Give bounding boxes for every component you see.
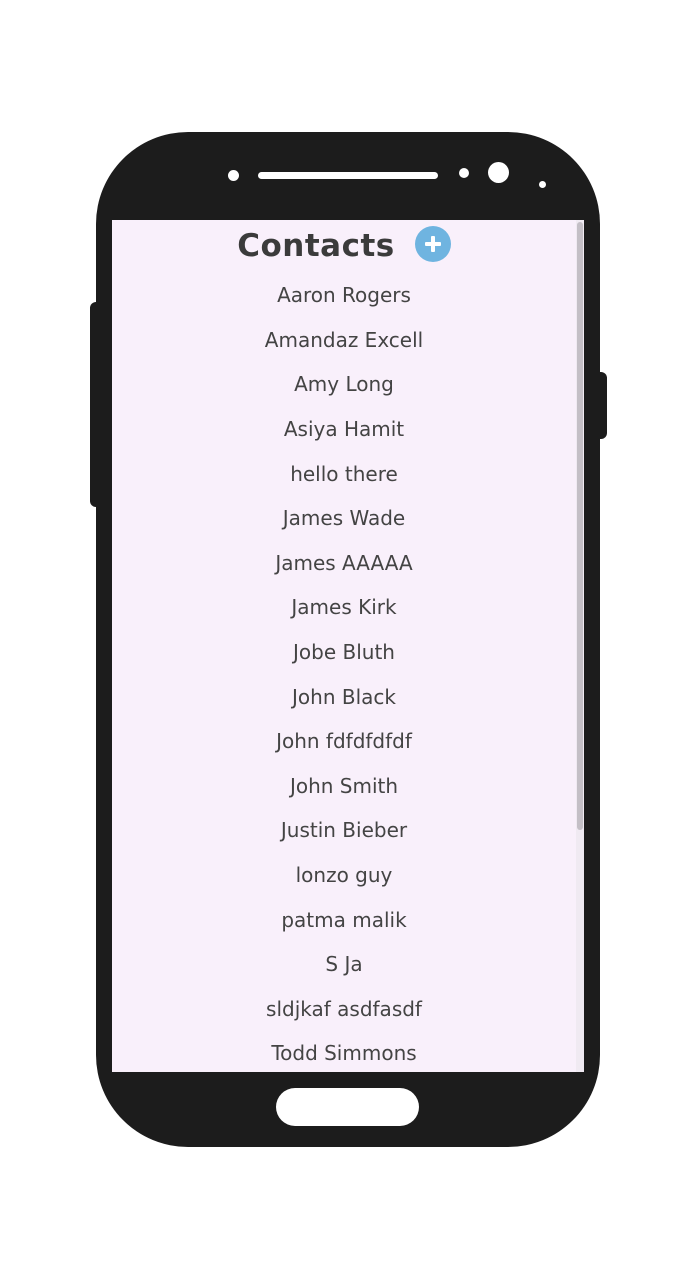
contact-list-item[interactable]: James Kirk [112,585,576,630]
contact-list-item[interactable]: sldjkaf asdfasdf [112,987,576,1032]
contact-list-item[interactable]: Justin Bieber [112,808,576,853]
contact-list-item[interactable]: James AAAAA [112,541,576,586]
scrollbar-track[interactable] [576,220,584,1072]
contact-list-item[interactable]: John fdfdfdfdf [112,719,576,764]
contact-list-item[interactable]: James Wade [112,496,576,541]
scrollbar-thumb[interactable] [577,222,583,830]
add-contact-button[interactable] [414,226,451,262]
contact-list-item[interactable]: lonzo guy [112,853,576,898]
contacts-header: Contacts [112,220,576,272]
stage: Contacts Aaron Rogers Amandaz Excell Amy L… [0,0,698,1280]
phone-speaker [258,172,438,179]
contact-list-item[interactable]: Aaron Rogers [112,273,576,318]
phone-screen: Contacts Aaron Rogers Amandaz Excell Amy L… [112,220,584,1072]
contact-list-item[interactable]: Amandaz Excell [112,318,576,363]
contact-list-item[interactable]: Jobe Bluth [112,630,576,675]
contact-list-item[interactable]: Todd Simmons [112,1031,576,1072]
contact-list-item[interactable]: Amy Long [112,362,576,407]
sensor-dot [459,168,469,178]
contact-list: Aaron Rogers Amandaz Excell Amy Long Asiya … [112,273,576,1072]
contact-list-item[interactable]: Asiya Hamit [112,407,576,452]
sensor-dot [539,181,546,188]
home-button[interactable] [276,1088,419,1126]
contact-list-item[interactable]: patma malik [112,897,576,942]
sensor-dot [228,170,239,181]
contact-list-item[interactable]: hello there [112,451,576,496]
contact-list-item[interactable]: S Ja [112,942,576,987]
contact-list-item[interactable]: John Smith [112,764,576,809]
contact-list-item[interactable]: John Black [112,674,576,719]
front-camera [488,162,509,183]
page-title: Contacts [237,228,395,264]
